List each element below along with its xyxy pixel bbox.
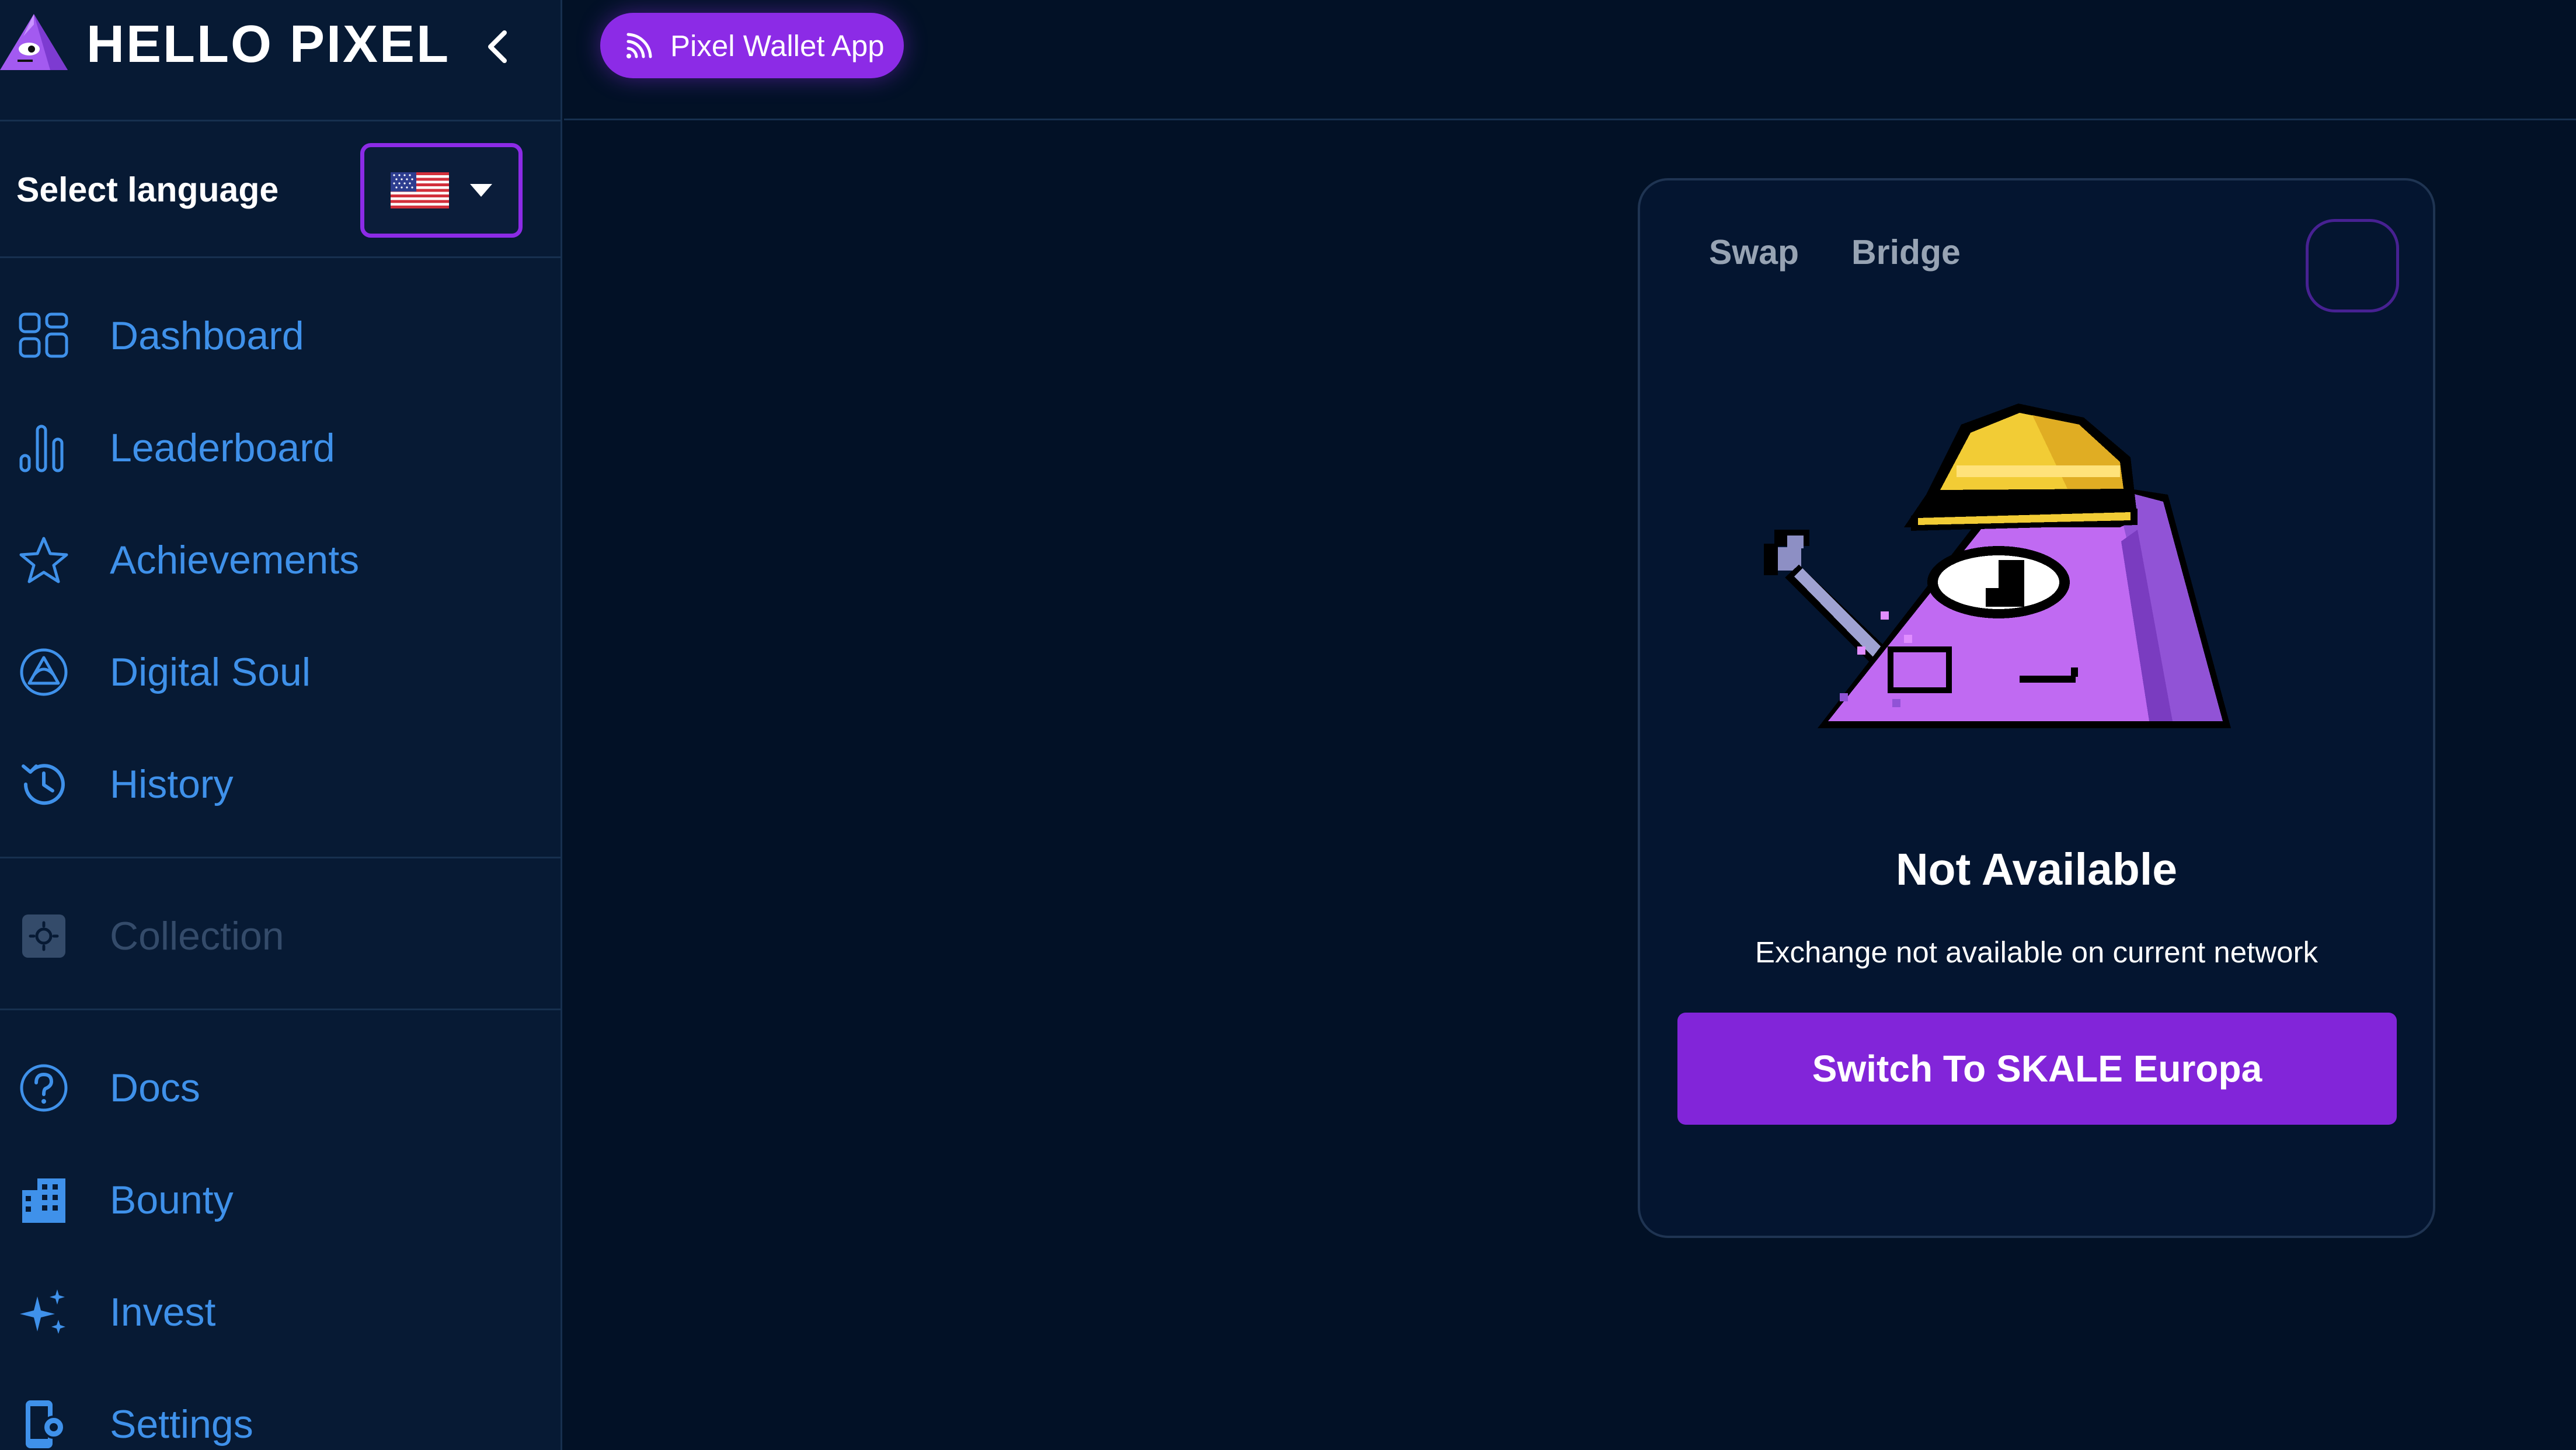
- nav-label-digital-soul: Digital Soul: [110, 650, 311, 694]
- nav-label-leaderboard: Leaderboard: [110, 426, 335, 470]
- language-row: Select language: [0, 123, 562, 258]
- construction-mascot-illustration: [1764, 404, 2231, 728]
- pixel-triangle-mascot-icon: [0, 14, 68, 70]
- nav-item-docs[interactable]: Docs: [0, 1041, 562, 1129]
- nav-label-docs: Docs: [110, 1066, 200, 1110]
- history-clock-icon: [22, 764, 65, 805]
- feed-signal-icon: [626, 33, 652, 58]
- switch-network-button[interactable]: Switch To SKALE Europa: [1677, 1013, 2397, 1125]
- brand-header: HELLO PIXEL: [0, 0, 562, 121]
- nav-item-bounty[interactable]: Bounty: [0, 1153, 562, 1241]
- star-icon: [19, 537, 68, 583]
- nav-label-settings: Settings: [110, 1402, 253, 1446]
- collection-icon: [22, 914, 65, 958]
- pixel-wallet-app-label: Pixel Wallet App: [670, 29, 885, 62]
- nav-item-digital-soul[interactable]: Digital Soul: [0, 625, 562, 713]
- bar-chart-icon: [19, 425, 64, 472]
- not-available-message: Exchange not available on current networ…: [1755, 936, 2318, 969]
- language-select[interactable]: [360, 143, 523, 238]
- nav-item-settings[interactable]: Settings: [0, 1378, 562, 1450]
- us-flag-icon: [391, 172, 449, 208]
- building-icon: [22, 1178, 65, 1223]
- app-title: HELLO PIXEL: [86, 15, 451, 74]
- nav-label-history: History: [110, 762, 234, 806]
- sparkles-icon: [20, 1289, 65, 1334]
- nav-label-invest: Invest: [110, 1290, 216, 1334]
- tab-bridge[interactable]: Bridge: [1851, 232, 1961, 273]
- nav-label-dashboard: Dashboard: [110, 314, 304, 358]
- sidebar: HELLO PIXEL Select language Dashboard Le…: [0, 0, 562, 1450]
- nav-item-collection[interactable]: Collection: [0, 889, 562, 977]
- nav-item-achievements[interactable]: Achievements: [0, 513, 562, 601]
- chevron-left-icon: [488, 30, 507, 63]
- nav-label-achievements: Achievements: [110, 538, 360, 582]
- caret-down-icon: [470, 184, 492, 197]
- pixel-wallet-app-button[interactable]: Pixel Wallet App: [600, 13, 904, 78]
- not-available-title: Not Available: [1895, 844, 2178, 895]
- switch-network-label: Switch To SKALE Europa: [1812, 1048, 2262, 1090]
- nav-item-leaderboard[interactable]: Leaderboard: [0, 401, 562, 489]
- dashboard-grid-icon: [19, 312, 68, 358]
- device-settings-icon: [26, 1400, 65, 1448]
- nav-label-collection: Collection: [110, 914, 284, 958]
- tab-swap[interactable]: Swap: [1709, 232, 1799, 273]
- top-bar: Pixel Wallet App: [564, 0, 2576, 120]
- nav-item-history[interactable]: History: [0, 738, 562, 825]
- soul-emblem-icon: [20, 648, 68, 696]
- nav-item-invest[interactable]: Invest: [0, 1265, 562, 1353]
- card-settings-button[interactable]: [2306, 219, 2399, 312]
- exchange-card: Swap Bridge Not Available Exchange not a…: [1638, 178, 2435, 1238]
- collapse-sidebar-button[interactable]: [479, 23, 516, 70]
- nav-divider: [0, 857, 562, 858]
- nav-divider: [0, 1009, 562, 1010]
- nav-item-dashboard[interactable]: Dashboard: [0, 289, 562, 377]
- help-circle-icon: [20, 1064, 68, 1112]
- nav-label-bounty: Bounty: [110, 1178, 234, 1222]
- language-label: Select language: [16, 171, 279, 209]
